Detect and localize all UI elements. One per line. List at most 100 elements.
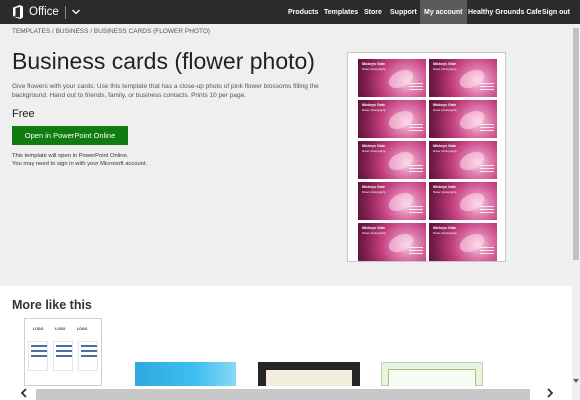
thumb-bar — [56, 350, 72, 352]
thumb-inner-frame — [388, 369, 476, 387]
thumb-bar — [31, 350, 47, 352]
card-text-line — [409, 253, 423, 254]
card-text-line — [480, 165, 494, 166]
nav-store[interactable]: Store — [364, 0, 382, 24]
related-template-thumbnail-3[interactable] — [258, 362, 360, 386]
card-text-line — [409, 83, 423, 84]
business-card-preview: Mickeys Gate flower photography — [358, 182, 426, 220]
horizontal-scrollbar-thumb[interactable] — [36, 389, 530, 400]
card-text-line — [409, 89, 423, 90]
card-text-line — [480, 171, 494, 172]
card-text-line — [409, 124, 423, 125]
card-text-line — [409, 212, 423, 213]
flower-petal — [385, 148, 417, 174]
scroll-left-arrow-icon[interactable] — [18, 387, 30, 399]
related-template-thumbnail-2[interactable] — [135, 362, 236, 386]
related-template-thumbnail-1[interactable]: LOGO LOGO LOGO — [24, 318, 102, 386]
card-text-line — [409, 209, 423, 210]
card-subtitle: flower photography — [433, 67, 457, 71]
template-description: Give flowers with your cards: Use this t… — [12, 83, 319, 99]
scroll-right-arrow-icon[interactable] — [544, 387, 556, 399]
business-card-preview: Mickeys Gate flower photography — [358, 141, 426, 179]
thumb-bar — [31, 355, 47, 357]
card-text-line — [480, 209, 494, 210]
card-text-line — [409, 250, 423, 251]
card-text-line — [480, 89, 494, 90]
thumb-bar — [81, 355, 97, 357]
thumb-logo-text: LOGO — [33, 327, 44, 331]
nav-support[interactable]: Support — [390, 0, 417, 24]
card-name: Mickeys Gate — [433, 144, 456, 148]
office-logo-icon — [13, 5, 23, 19]
card-text-line — [480, 253, 494, 254]
card-subtitle: flower photography — [362, 108, 386, 112]
office-brand[interactable]: Office — [12, 4, 80, 20]
card-text-line — [409, 86, 423, 87]
brand-divider — [64, 5, 66, 19]
flower-petal — [456, 148, 488, 174]
chevron-down-icon[interactable] — [71, 9, 80, 15]
card-name: Mickeys Gate — [433, 103, 456, 107]
office-brand-label: Office — [29, 6, 59, 18]
thumb-inner-frame — [266, 370, 352, 386]
thumb-logo-text: LOGO — [77, 327, 88, 331]
card-text-line — [409, 168, 423, 169]
card-text-line — [409, 130, 423, 131]
thumb-bar — [81, 350, 97, 352]
business-card-preview: Mickeys Gate flower photography — [429, 59, 497, 97]
thumb-bar — [56, 345, 72, 347]
vertical-scrollbar[interactable] — [572, 24, 580, 400]
card-subtitle: flower photography — [362, 190, 386, 194]
business-card-preview: Mickeys Gate flower photography — [358, 59, 426, 97]
card-name: Mickeys Gate — [362, 185, 385, 189]
business-card-grid: Mickeys Gate flower photography Mickeys Ga… — [358, 59, 498, 261]
template-preview: Mickeys Gate flower photography Mickeys Ga… — [347, 52, 506, 262]
card-text-line — [480, 212, 494, 213]
business-card-preview: Mickeys Gate flower photography — [429, 223, 497, 261]
flower-petal — [385, 66, 417, 92]
card-subtitle: flower photography — [362, 231, 386, 235]
thumb-card-column — [78, 341, 98, 371]
card-subtitle: flower photography — [433, 108, 457, 112]
business-card-preview: Mickeys Gate flower photography — [429, 182, 497, 220]
card-text-line — [480, 250, 494, 251]
price-label: Free — [12, 108, 35, 120]
card-name: Mickeys Gate — [362, 144, 385, 148]
nav-my-account[interactable]: My account — [420, 0, 467, 24]
card-subtitle: flower photography — [362, 149, 386, 153]
card-name: Mickeys Gate — [362, 62, 385, 66]
open-in-powerpoint-button[interactable]: Open in PowerPoint Online — [12, 126, 128, 145]
flower-petal — [456, 66, 488, 92]
nav-products[interactable]: Products — [288, 0, 318, 24]
flower-petal — [385, 107, 417, 133]
vertical-scrollbar-thumb[interactable] — [573, 28, 579, 260]
card-name: Mickeys Gate — [433, 185, 456, 189]
horizontal-scrollbar[interactable] — [0, 386, 572, 400]
breadcrumb[interactable]: TEMPLATES / BUSINESS / BUSINESS CARDS (F… — [12, 28, 210, 35]
nav-sign-out[interactable]: Sign out — [542, 0, 570, 24]
thumb-bar — [31, 345, 47, 347]
top-nav-bar: Office Products Templates Store Support … — [0, 0, 580, 24]
thumb-logo-text: LOGO — [55, 327, 66, 331]
thumb-card-column — [53, 341, 73, 371]
nav-account-name[interactable]: Healthy Grounds Cafe — [468, 0, 542, 24]
card-text-line — [480, 86, 494, 87]
card-subtitle: flower photography — [433, 190, 457, 194]
flower-petal — [456, 107, 488, 133]
card-name: Mickeys Gate — [362, 226, 385, 230]
card-text-line — [409, 127, 423, 128]
page-title: Business cards (flower photo) — [12, 48, 315, 74]
card-text-line — [409, 206, 423, 207]
thumb-card-column — [28, 341, 48, 371]
nav-templates[interactable]: Templates — [324, 0, 358, 24]
flower-petal — [456, 189, 488, 215]
business-card-preview: Mickeys Gate flower photography — [429, 100, 497, 138]
scroll-down-arrow-icon[interactable] — [572, 376, 580, 386]
flower-petal — [456, 230, 488, 256]
card-subtitle: flower photography — [433, 149, 457, 153]
more-like-this-heading: More like this — [12, 298, 92, 312]
flower-petal — [385, 189, 417, 215]
business-card-preview: Mickeys Gate flower photography — [429, 141, 497, 179]
related-template-thumbnail-4[interactable] — [381, 362, 483, 387]
card-text-line — [409, 247, 423, 248]
